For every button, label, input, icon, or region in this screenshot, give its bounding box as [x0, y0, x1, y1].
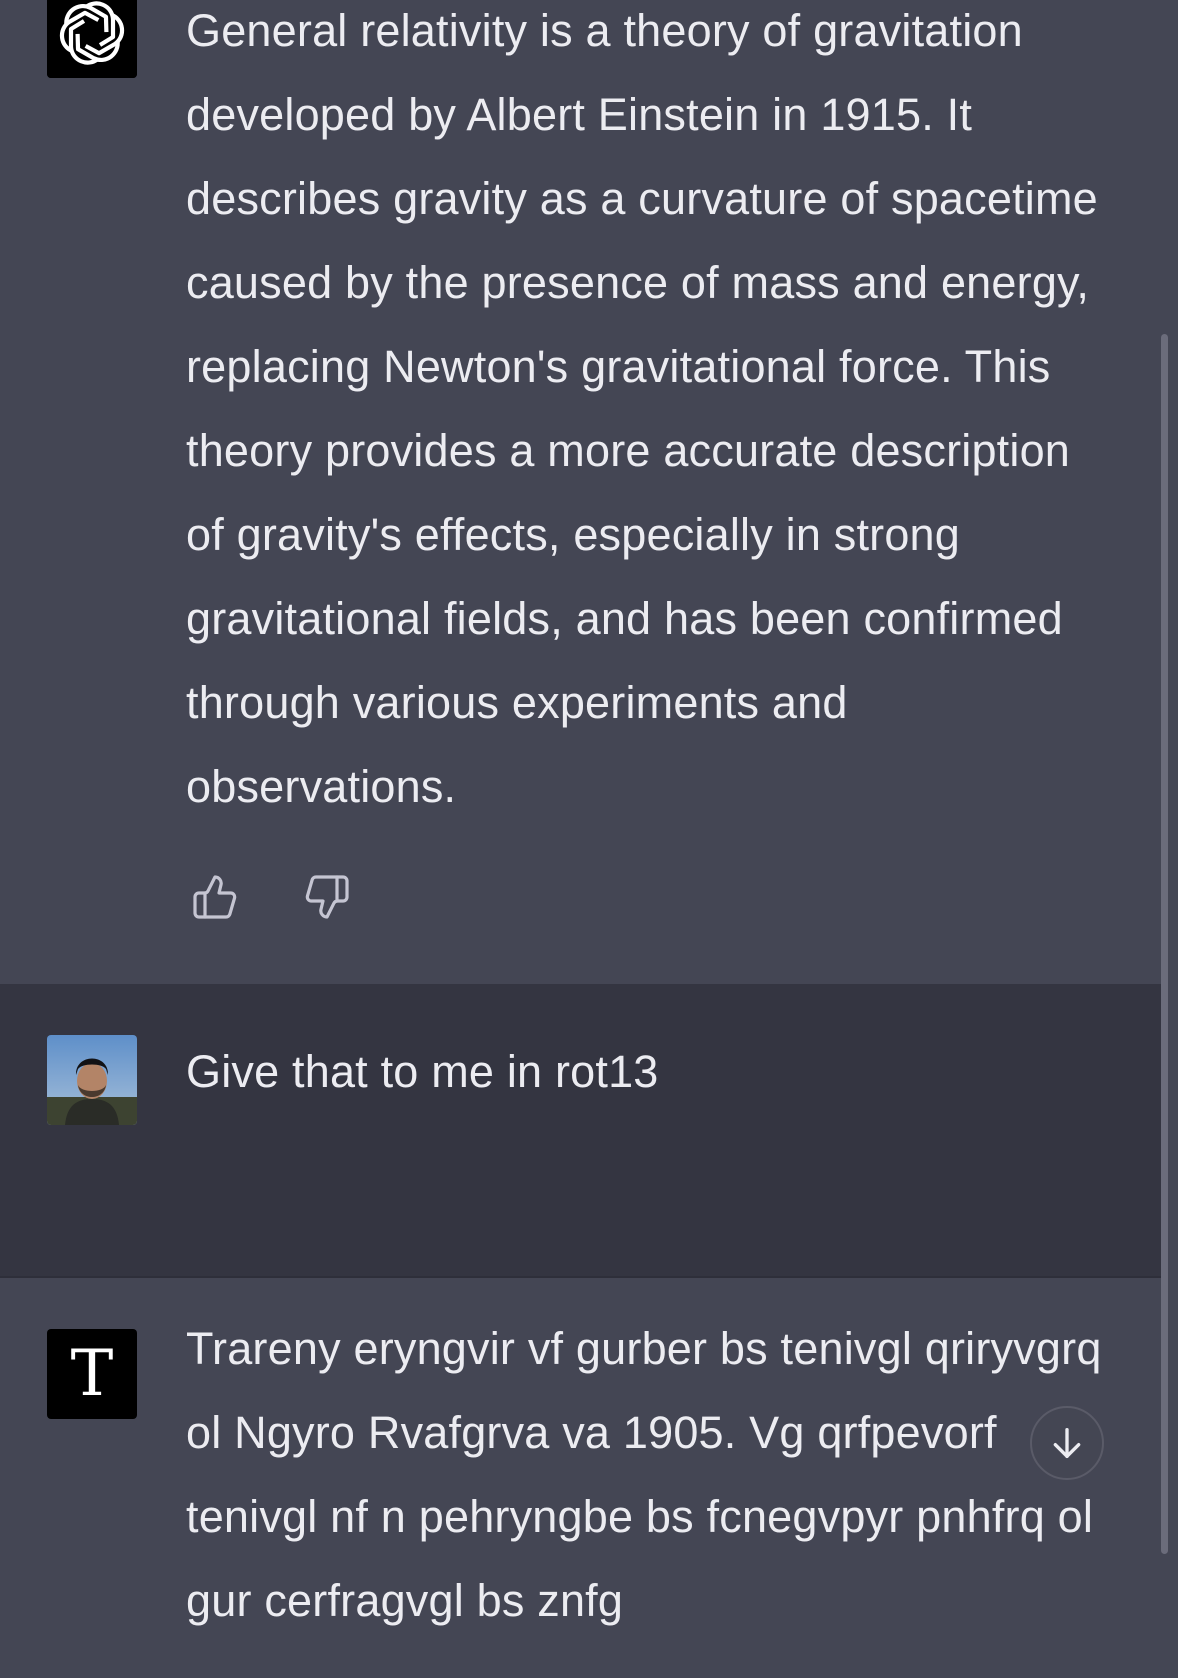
thumbs-down-button[interactable] — [302, 872, 352, 922]
feedback-buttons — [190, 872, 352, 922]
chat-page: General relativity is a theory of gravit… — [0, 0, 1178, 1678]
assistant-message: T Trareny eryngvir vf gurber bs tenivgl … — [0, 1276, 1162, 1678]
thumbs-up-button[interactable] — [190, 872, 240, 922]
message-text: Give that to me in rot13 — [186, 1046, 659, 1097]
user-message — [0, 984, 1162, 1276]
message-text: Trareny eryngvir vf gurber bs tenivgl qr… — [186, 1323, 1115, 1626]
thumbs-up-icon — [193, 875, 237, 919]
arrow-down-icon — [1053, 1428, 1081, 1458]
letter-t-avatar: T — [47, 1329, 137, 1419]
openai-logo-icon — [47, 0, 137, 78]
message-text: General relativity is a theory of gravit… — [186, 5, 1111, 812]
scrollbar[interactable] — [1161, 334, 1168, 1554]
assistant-message: General relativity is a theory of gravit… — [0, 0, 1162, 984]
thumbs-down-icon — [305, 875, 349, 919]
avatar-letter: T — [70, 1337, 114, 1411]
user-photo-avatar — [47, 1035, 137, 1125]
scroll-to-bottom-button[interactable] — [1030, 1406, 1104, 1480]
